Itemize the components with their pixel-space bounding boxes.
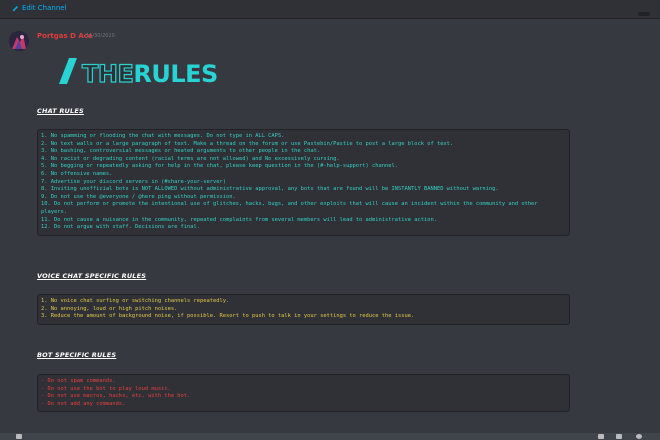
rule-line: 2. No text walls or a large paragraph of… xyxy=(41,140,454,147)
avatar[interactable] xyxy=(9,31,29,51)
rule-line: 2. No annoying, loud or high pitch noise… xyxy=(41,305,178,312)
rule-line: - Do not use the bot to play loud music. xyxy=(41,385,171,392)
rule-line: 7. Advertise your discord servers in (#s… xyxy=(41,178,226,185)
rule-line: 1. No spamming or flooding the chat with… xyxy=(41,133,285,139)
logo-the: THE xyxy=(81,59,134,88)
edit-channel-label: Edit Channel xyxy=(22,4,67,12)
chat-rules-title: CHAT RULES xyxy=(37,107,84,115)
rule-line: - Do not add any commands. xyxy=(41,400,126,407)
rule-line: 9. Do not use the @everyone / @here ping… xyxy=(41,193,236,200)
rule-line: 11. Do not cause a nuisance in the commu… xyxy=(41,216,437,223)
rule-line: - Do not use macros, hacks, etc. with th… xyxy=(41,393,191,400)
pencil-icon xyxy=(12,5,18,11)
rule-line: 1. No voice chat surfing or switching ch… xyxy=(41,298,230,304)
chat-rules-block: 1. No spamming or flooding the chat with… xyxy=(37,129,570,236)
message-timestamp: 11/30/2020 xyxy=(86,33,115,39)
scrollbar-thumb[interactable] xyxy=(638,12,650,16)
rule-line: 3. No bashing, controversial messages or… xyxy=(41,148,321,155)
rule-line: - Do not spam commands. xyxy=(41,378,116,384)
rule-line: 6. No offensive names. xyxy=(41,170,113,177)
rule-line: 5. No begging or repeatedly asking for h… xyxy=(41,163,398,170)
avatar-image xyxy=(9,31,29,51)
gif-icon[interactable] xyxy=(616,434,622,439)
rule-line: 10. Do not perform or promote the intent… xyxy=(41,201,541,215)
voice-rules-title: VOICE CHAT SPECIFIC RULES xyxy=(37,272,147,280)
rules-logo: THERULES xyxy=(81,58,218,90)
rule-line: 3. Reduce the amount of background noise… xyxy=(41,313,415,320)
message-author[interactable]: Portgas D Ace xyxy=(37,32,93,40)
bot-rules-block: - Do not spam commands. - Do not use the… xyxy=(37,374,570,413)
gift-icon[interactable] xyxy=(598,434,604,439)
rule-line: 8. Inviting unofficial bots is NOT ALLOW… xyxy=(41,186,499,193)
voice-rules-block: 1. No voice chat surfing or switching ch… xyxy=(37,294,570,325)
rule-line: 12. Do not argue with staff. Decisions a… xyxy=(41,224,201,231)
message-composer[interactable] xyxy=(0,433,660,440)
channel-topbar: Edit Channel xyxy=(0,0,660,19)
rule-line: 4. No racist or degrading content (racia… xyxy=(41,155,340,162)
edit-channel-button[interactable]: Edit Channel xyxy=(12,2,67,14)
upload-icon[interactable] xyxy=(16,434,22,439)
slash-logo-icon xyxy=(59,58,77,84)
logo-rules: RULES xyxy=(133,60,218,88)
emoji-icon[interactable] xyxy=(636,434,642,439)
bot-rules-title: BOT SPECIFIC RULES xyxy=(37,351,117,359)
